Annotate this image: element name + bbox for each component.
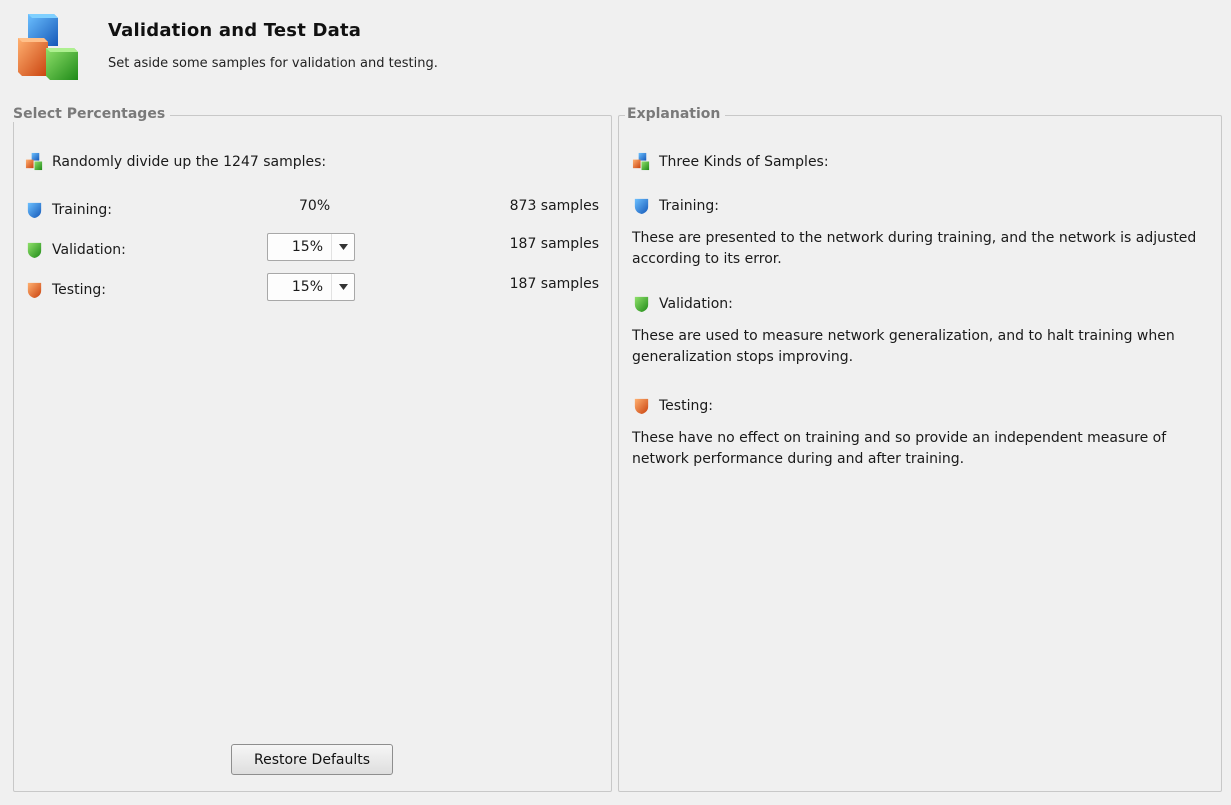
- page-subtitle: Set aside some samples for validation an…: [108, 56, 438, 71]
- explanation-testing-title: Testing:: [659, 397, 713, 414]
- green-shield-icon: [27, 242, 42, 259]
- restore-defaults-button[interactable]: Restore Defaults: [231, 744, 393, 775]
- explanation-heading: Three Kinds of Samples:: [659, 153, 829, 170]
- explanation-validation-title-row: Validation:: [632, 294, 733, 313]
- page-title: Validation and Test Data: [108, 20, 362, 41]
- cubes-icon: [25, 152, 43, 171]
- testing-percent-select[interactable]: 15%: [267, 273, 355, 301]
- chevron-down-icon[interactable]: [331, 234, 354, 260]
- blue-shield-icon: [634, 198, 649, 215]
- cubes-icon: [18, 14, 78, 80]
- training-label: Training:: [52, 201, 112, 218]
- validation-label: Validation:: [52, 241, 126, 258]
- validation-percent-value: 15%: [291, 239, 323, 255]
- testing-label: Testing:: [52, 281, 106, 298]
- testing-samples: 187 samples: [509, 276, 599, 292]
- explanation-training-text: These are presented to the network durin…: [632, 230, 1197, 267]
- cubes-icon: [632, 152, 650, 171]
- explanation-heading-row: Three Kinds of Samples:: [632, 152, 829, 171]
- green-shield-icon: [634, 296, 649, 313]
- select-percentages-legend: Select Percentages: [13, 106, 171, 122]
- orange-shield-icon: [27, 282, 42, 299]
- explanation-training-title: Training:: [659, 197, 719, 214]
- explanation-testing-text: These have no effect on training and so …: [632, 430, 1167, 467]
- validation-samples: 187 samples: [509, 236, 599, 252]
- testing-percent-value: 15%: [291, 279, 323, 295]
- explanation-legend: Explanation: [625, 106, 726, 122]
- validation-percent-select[interactable]: 15%: [267, 233, 355, 261]
- training-samples: 873 samples: [509, 198, 599, 214]
- validation-row: Validation:: [25, 240, 126, 259]
- testing-row: Testing:: [25, 280, 106, 299]
- orange-shield-icon: [634, 398, 649, 415]
- explanation-validation-text: These are used to measure network genera…: [632, 328, 1175, 365]
- explanation-training-title-row: Training:: [632, 196, 719, 215]
- blue-shield-icon: [27, 202, 42, 219]
- training-row: Training:: [25, 200, 112, 219]
- explanation-validation-title: Validation:: [659, 295, 733, 312]
- explanation-testing-title-row: Testing:: [632, 396, 713, 415]
- chevron-down-icon[interactable]: [331, 274, 354, 300]
- training-percent: 70%: [299, 198, 331, 214]
- intro-text: Randomly divide up the 1247 samples:: [52, 153, 327, 170]
- intro-row: Randomly divide up the 1247 samples:: [25, 152, 326, 171]
